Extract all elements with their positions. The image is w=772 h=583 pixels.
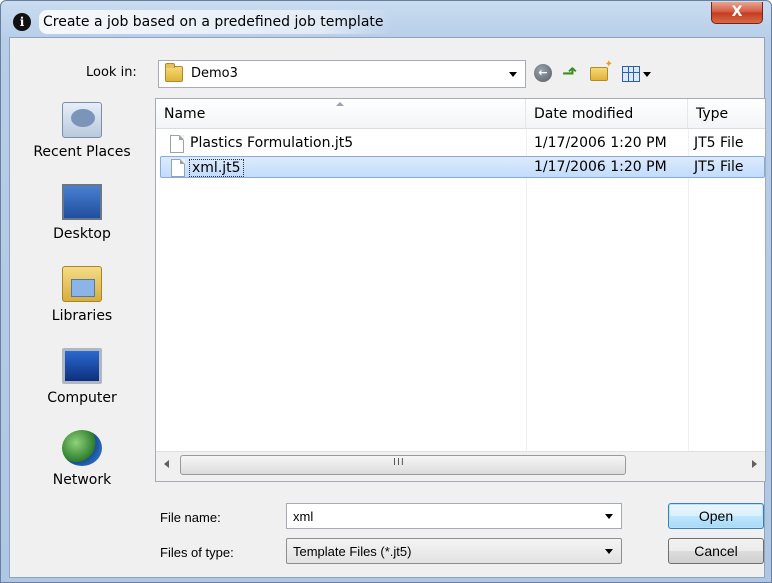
computer-icon [62, 348, 102, 384]
info-icon: i [13, 13, 31, 31]
file-date: 1/17/2006 1:20 PM [534, 135, 667, 151]
recent-places-icon [62, 102, 102, 138]
place-label: Computer [47, 390, 117, 406]
scroll-right-icon[interactable] [752, 460, 757, 468]
place-recent-places[interactable]: Recent Places [10, 102, 154, 160]
place-label: Network [52, 472, 112, 488]
up-folder-button[interactable]: ⬏ [562, 64, 584, 84]
file-name: Plastics Formulation.jt5 [190, 135, 354, 151]
close-button[interactable]: X [711, 2, 763, 24]
place-label: Libraries [51, 308, 113, 324]
column-header-type[interactable]: Type [688, 99, 765, 129]
folder-icon [165, 63, 183, 82]
file-type: JT5 File [694, 135, 744, 151]
look-in-label: Look in: [86, 65, 137, 80]
chevron-down-icon [605, 549, 613, 554]
place-label: Recent Places [33, 144, 131, 160]
open-button[interactable]: Open [668, 503, 764, 529]
places-bar: Recent Places Desktop Libraries Computer… [10, 96, 154, 516]
back-arrow-icon: ← [534, 64, 552, 82]
view-grid-icon [622, 66, 640, 82]
chevron-down-icon [643, 72, 651, 77]
file-name-input[interactable]: xml [286, 503, 622, 529]
file-date: 1/17/2006 1:20 PM [534, 159, 667, 175]
file-type-value: Template Files (*.jt5) [293, 544, 412, 559]
file-icon [170, 135, 184, 153]
place-network[interactable]: Network [10, 430, 154, 488]
desktop-icon [62, 184, 102, 220]
column-header-date[interactable]: Date modified [526, 99, 688, 129]
file-type-dropdown[interactable]: Template Files (*.jt5) [286, 538, 622, 564]
scroll-left-icon[interactable] [164, 460, 169, 468]
place-label: Desktop [53, 226, 111, 242]
file-icon [171, 159, 185, 177]
column-header-label: Date modified [534, 106, 634, 122]
chevron-down-icon[interactable] [605, 514, 613, 519]
file-row-selected[interactable]: xml.jt5 1/17/2006 1:20 PM JT5 File [160, 156, 765, 178]
column-header-label: Type [696, 106, 729, 122]
file-type: JT5 File [694, 159, 744, 175]
new-folder-button[interactable] [590, 59, 613, 84]
file-list[interactable]: Name Date modified Type Plastics Formula… [155, 98, 766, 482]
view-menu-button[interactable] [622, 64, 656, 84]
file-row[interactable]: Plastics Formulation.jt5 1/17/2006 1:20 … [160, 133, 765, 155]
new-folder-icon [590, 59, 613, 81]
network-icon [62, 430, 102, 466]
file-type-label: Files of type: [160, 545, 234, 560]
dialog-body: Look in: Demo3 ← ⬏ Recent Places Desktop… [9, 37, 766, 578]
column-header-name[interactable]: Name [156, 99, 526, 129]
chevron-down-icon [509, 72, 517, 77]
look-in-value: Demo3 [191, 66, 238, 81]
column-header-label: Name [164, 106, 206, 122]
dialog-window: i Create a job based on a predefined job… [0, 0, 772, 583]
file-name-label: File name: [160, 510, 221, 525]
horizontal-scrollbar[interactable]: III [156, 451, 765, 481]
place-computer[interactable]: Computer [10, 348, 154, 406]
grip-icon: III [393, 457, 405, 468]
file-name-value: xml [293, 509, 314, 524]
place-desktop[interactable]: Desktop [10, 184, 154, 242]
back-button[interactable]: ← [534, 64, 556, 84]
place-libraries[interactable]: Libraries [10, 266, 154, 324]
cancel-button[interactable]: Cancel [668, 538, 764, 564]
file-name: xml.jt5 [189, 159, 244, 177]
sort-ascending-icon [336, 102, 344, 106]
up-arrow-icon: ⬏ [562, 63, 578, 84]
window-title: Create a job based on a predefined job t… [39, 10, 392, 34]
libraries-icon [62, 266, 102, 302]
scroll-thumb[interactable]: III [180, 455, 626, 475]
title-bar[interactable]: i Create a job based on a predefined job… [1, 1, 771, 37]
look-in-dropdown[interactable]: Demo3 [158, 60, 526, 88]
